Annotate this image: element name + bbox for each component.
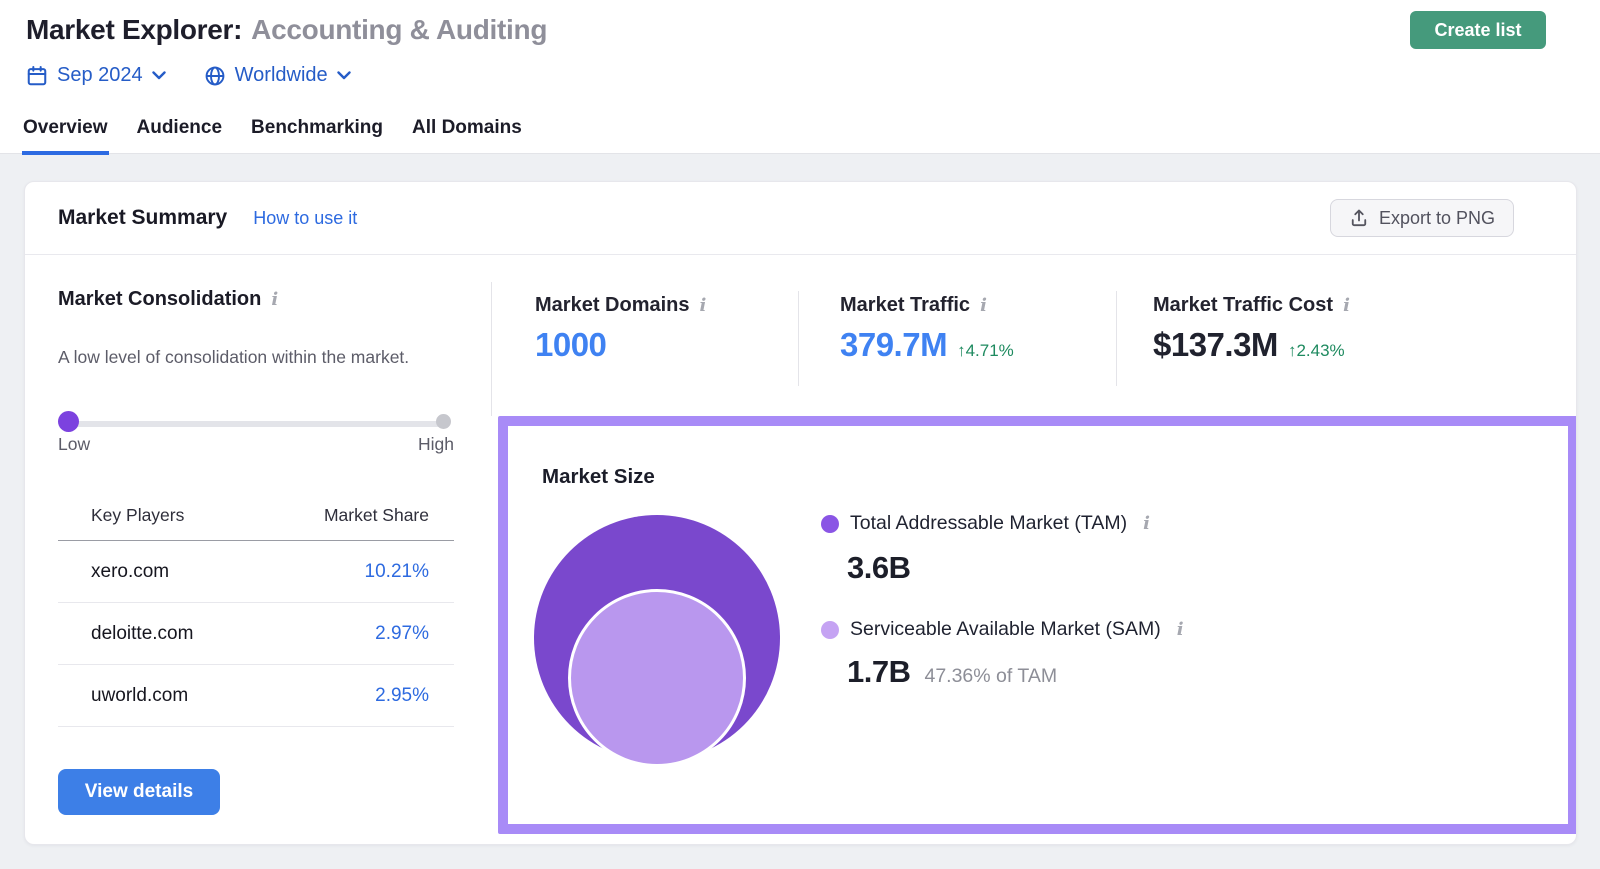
player-domain[interactable]: deloitte.com <box>58 602 260 665</box>
sam-legend-label: Serviceable Available Market (SAM) <box>850 618 1161 640</box>
market-size-section: Market Size Total Addressable Market (TA… <box>498 416 1576 834</box>
filters-row: Sep 2024 Worldwide <box>26 64 351 87</box>
sam-legend-dot <box>821 620 839 639</box>
tam-legend: Total Addressable Market (TAM) i <box>821 512 1150 535</box>
table-header-row: Key Players Market Share <box>58 504 454 541</box>
stat-value: 379.7M <box>840 326 948 363</box>
card-header: Market Summary How to use it Export to P… <box>25 182 1576 255</box>
sam-legend: Serviceable Available Market (SAM) i <box>821 618 1184 641</box>
info-icon[interactable]: i <box>980 296 987 315</box>
player-share: 2.95% <box>260 664 454 727</box>
globe-icon <box>204 65 226 87</box>
date-filter[interactable]: Sep 2024 <box>26 64 166 87</box>
table-row: deloitte.com 2.97% <box>58 602 454 665</box>
key-players-table: Key Players Market Share xero.com 10.21%… <box>58 504 454 727</box>
info-icon[interactable]: i <box>1343 296 1350 315</box>
col-key-players: Key Players <box>58 504 260 541</box>
chevron-down-icon <box>336 71 351 80</box>
view-details-button[interactable]: View details <box>58 769 220 815</box>
stat-value: 1000 <box>535 326 607 363</box>
sam-percent-of-tam: 47.36% of TAM <box>924 665 1058 687</box>
slider-thumb[interactable] <box>58 411 79 432</box>
col-market-share: Market Share <box>260 504 454 541</box>
player-domain[interactable]: uworld.com <box>58 664 260 727</box>
sam-value-row: 1.7B 47.36% of TAM <box>847 654 1057 690</box>
chevron-down-icon <box>151 71 166 80</box>
info-icon[interactable]: i <box>271 290 278 309</box>
how-to-use-link[interactable]: How to use it <box>253 208 357 229</box>
table-row: uworld.com 2.95% <box>58 664 454 727</box>
export-to-png-button[interactable]: Export to PNG <box>1329 199 1514 237</box>
market-consolidation-title: Market Consolidation i <box>58 288 278 311</box>
region-filter[interactable]: Worldwide <box>204 64 351 87</box>
divider <box>491 282 492 416</box>
create-list-button[interactable]: Create list <box>1410 11 1546 49</box>
page-header: Market Explorer: Accounting & Auditing Cr… <box>0 0 1600 155</box>
info-icon[interactable]: i <box>1143 514 1150 533</box>
upload-icon <box>1349 208 1369 228</box>
slider-labels: Low High <box>58 434 454 455</box>
stat-market-domains: Market Domains i 1000 <box>535 294 706 364</box>
market-size-title: Market Size <box>542 465 655 488</box>
region-filter-label: Worldwide <box>234 64 328 86</box>
stat-label: Market Domains <box>535 294 690 316</box>
tam-legend-dot <box>821 514 839 533</box>
player-share: 2.97% <box>260 602 454 665</box>
sam-circle[interactable] <box>568 589 746 767</box>
calendar-icon <box>26 65 48 87</box>
stat-change: ↑2.43% <box>1287 341 1345 360</box>
info-icon[interactable]: i <box>1177 620 1184 639</box>
divider <box>1116 291 1117 386</box>
market-summary-title: Market Summary <box>58 206 228 229</box>
stat-market-traffic-cost: Market Traffic Cost i $137.3M ↑2.43% <box>1153 294 1350 364</box>
tam-legend-label: Total Addressable Market (TAM) <box>850 512 1128 534</box>
divider <box>798 291 799 386</box>
tam-value: 3.6B <box>847 550 911 585</box>
tabs: Overview Audience Benchmarking All Domai… <box>22 117 523 155</box>
page-title-prefix: Market Explorer: <box>26 14 243 45</box>
stat-change: ↑4.71% <box>957 341 1014 360</box>
export-to-png-label: Export to PNG <box>1378 207 1495 228</box>
slider-track[interactable] <box>65 421 444 427</box>
slider-high-label: High <box>418 434 454 454</box>
stat-value: $137.3M <box>1153 326 1278 363</box>
sam-value: 1.7B <box>847 654 911 689</box>
market-consolidation-label: Market Consolidation <box>58 288 262 310</box>
stat-label: Market Traffic <box>840 294 971 316</box>
tab-audience[interactable]: Audience <box>136 117 224 155</box>
page-title-market: Accounting & Auditing <box>251 14 548 45</box>
slider-end-dot <box>436 414 451 429</box>
tab-all-domains[interactable]: All Domains <box>411 117 523 155</box>
player-share: 10.21% <box>260 540 454 603</box>
player-domain[interactable]: xero.com <box>58 540 260 603</box>
tab-overview[interactable]: Overview <box>22 117 109 155</box>
page-title: Market Explorer: Accounting & Auditing <box>26 14 547 46</box>
stat-label: Market Traffic Cost <box>1153 294 1334 316</box>
market-summary-card: Market Summary How to use it Export to P… <box>24 181 1577 845</box>
table-row: xero.com 10.21% <box>58 540 454 603</box>
date-filter-label: Sep 2024 <box>57 64 143 86</box>
stat-market-traffic: Market Traffic i 379.7M ↑4.71% <box>840 294 1014 364</box>
slider-low-label: Low <box>58 434 91 454</box>
tab-benchmarking[interactable]: Benchmarking <box>250 117 384 155</box>
consolidation-description: A low level of consolidation within the … <box>58 347 410 367</box>
info-icon[interactable]: i <box>700 296 707 315</box>
